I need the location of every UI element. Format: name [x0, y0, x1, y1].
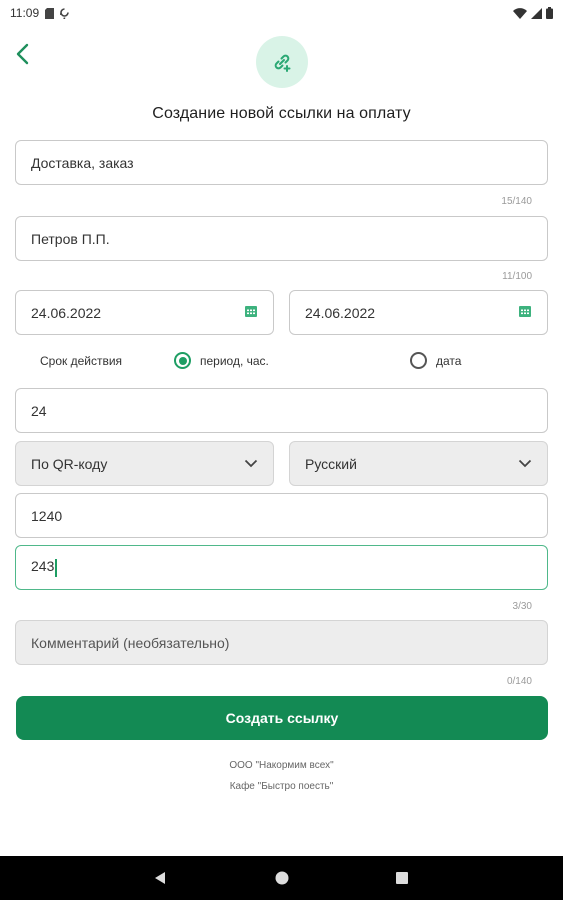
create-link-button-label: Создать ссылку	[225, 710, 339, 726]
radio-date-label: дата	[436, 353, 462, 368]
text-caret	[55, 558, 57, 577]
radio-period-indicator[interactable]	[174, 352, 191, 369]
circle-home-icon	[275, 871, 289, 885]
footer-company: ООО "Накормим всех"	[229, 760, 334, 771]
radio-period[interactable]: период, час.	[174, 352, 269, 369]
amount-field[interactable]: 1240	[15, 493, 548, 538]
signal-icon	[531, 7, 542, 19]
order-number-field[interactable]: 243	[15, 545, 548, 590]
chevron-left-icon	[16, 43, 29, 65]
order-number-value: 243	[31, 558, 55, 575]
hours-field[interactable]: 24	[15, 388, 548, 433]
order-number-wrapper: 243	[31, 558, 532, 577]
validity-row: Срок действия период, час. дата	[0, 350, 563, 374]
status-right	[513, 7, 553, 19]
nav-recents-button[interactable]	[392, 868, 412, 888]
triangle-back-icon	[155, 872, 165, 884]
nav-home-button[interactable]	[272, 868, 292, 888]
wifi-icon	[513, 7, 527, 19]
back-button[interactable]	[8, 40, 36, 68]
order-number-counter: 3/30	[512, 601, 532, 612]
purpose-counter: 15/140	[501, 196, 532, 207]
page-title: Создание новой ссылки на оплату	[152, 105, 411, 122]
hours-value: 24	[31, 402, 47, 419]
date-from-field[interactable]: 24.06.2022	[15, 290, 274, 335]
chevron-down-icon	[244, 459, 258, 468]
calendar-icon[interactable]	[244, 304, 258, 321]
language-select-value: Русский	[305, 455, 357, 472]
square-recents-icon	[396, 872, 408, 884]
chevron-down-icon	[518, 459, 532, 468]
date-from-value: 24.06.2022	[31, 304, 102, 321]
date-to-value: 24.06.2022	[305, 304, 376, 321]
method-select-value: По QR-коду	[31, 455, 108, 472]
link-badge	[256, 36, 308, 88]
status-bar: 11:09	[0, 0, 563, 26]
date-to-field[interactable]: 24.06.2022	[289, 290, 548, 335]
create-link-button[interactable]: Создать ссылку	[16, 696, 548, 740]
payer-value: Петров П.П.	[31, 230, 110, 247]
sync-icon	[60, 7, 69, 19]
sd-card-icon	[45, 7, 55, 19]
nav-back-button[interactable]	[150, 868, 170, 888]
purpose-field[interactable]: Доставка, заказ	[15, 140, 548, 185]
battery-icon	[546, 7, 553, 19]
method-select[interactable]: По QR-коду	[15, 441, 274, 486]
comment-counter: 0/140	[506, 676, 532, 687]
radio-date[interactable]: дата	[410, 352, 461, 369]
purpose-value: Доставка, заказ	[31, 154, 134, 171]
payer-counter: 11/100	[502, 271, 532, 282]
amount-value: 1240	[31, 507, 63, 524]
radio-date-indicator[interactable]	[410, 352, 427, 369]
add-link-icon	[274, 54, 291, 72]
validity-label: Срок действия	[40, 354, 123, 368]
comment-field[interactable]: Комментарий (необязательно)	[15, 620, 548, 665]
status-time: 11:09	[10, 6, 40, 20]
payer-field[interactable]: Петров П.П.	[15, 216, 548, 261]
calendar-icon[interactable]	[518, 304, 532, 321]
footer-shop: Кафе "Быстро поесть"	[229, 781, 334, 792]
language-select[interactable]: Русский	[289, 441, 548, 486]
system-nav-bar	[0, 856, 563, 900]
comment-placeholder: Комментарий (необязательно)	[31, 634, 230, 651]
radio-period-label: период, час.	[200, 353, 269, 368]
status-left: 11:09	[10, 6, 69, 20]
